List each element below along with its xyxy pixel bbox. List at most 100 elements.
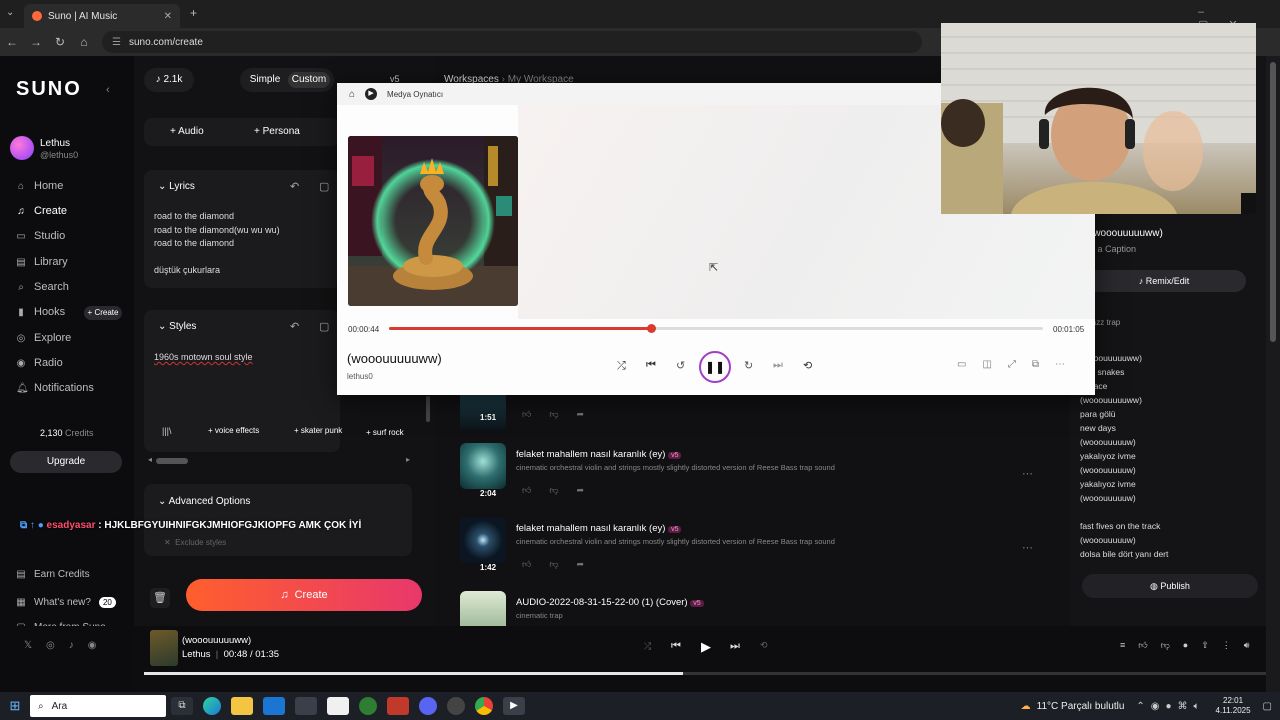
obs-icon[interactable] <box>447 697 465 715</box>
notepad-icon[interactable] <box>327 697 349 715</box>
likes-count[interactable]: ♪ 2.1k <box>144 68 194 92</box>
trash-icon[interactable]: 🗑︎ <box>150 588 170 608</box>
bottom-progress-bar[interactable] <box>144 672 1266 675</box>
song-thumbnail[interactable] <box>460 443 506 489</box>
home-icon[interactable]: ⌂ <box>349 89 355 100</box>
undo-lyrics-icon[interactable]: ↶ <box>290 180 299 193</box>
window-options-icons[interactable]: ▭◫⤢⧉⋯ <box>957 359 1081 370</box>
whats-new-link[interactable]: ▦ What's new? 20 <box>16 592 126 612</box>
song-thumbnail[interactable] <box>460 517 506 563</box>
next-icon[interactable]: ⏭︎ <box>773 359 783 372</box>
remix-edit-button[interactable]: ♪ Remix/Edit <box>1082 270 1246 292</box>
back-icon[interactable]: ← <box>0 35 24 49</box>
repeat-icon[interactable]: ⟲ <box>803 359 812 372</box>
player-action-icons[interactable]: ≡👍︎👎︎●⇧⋮🔊︎ <box>1120 640 1262 651</box>
list-item[interactable]: 2:04 felaket mahallem nasıl karanlık (ey… <box>460 443 1060 503</box>
list-item[interactable]: AUDIO-2022-08-31-15-22-00 (1) (Cover) v5… <box>460 591 1060 626</box>
styles-options-icon[interactable]: ▢ <box>319 320 329 333</box>
lyrics-header[interactable]: ⌄ Lyrics <box>158 181 195 192</box>
sidebar-item-library[interactable]: ▤ Library <box>16 252 126 272</box>
app-grid-icon[interactable] <box>387 697 409 715</box>
tag-surf-rock[interactable]: + surf rock <box>366 428 404 437</box>
store-icon[interactable] <box>295 697 317 715</box>
lyrics-textarea[interactable]: road to the diamond road to the diamond(… <box>154 210 334 277</box>
publish-button[interactable]: ◍ Publish <box>1082 574 1258 598</box>
media-player-taskbar-icon[interactable]: ▶ <box>503 697 525 715</box>
outlook-icon[interactable] <box>263 697 285 715</box>
hooks-create-button[interactable]: + Create <box>84 306 122 320</box>
more-options-icon[interactable]: ⋯ <box>1022 541 1033 554</box>
sidebar-item-home[interactable]: ⌂ Home <box>16 176 126 196</box>
song-actions[interactable]: 👍︎👎︎➦ <box>522 485 602 496</box>
song-title[interactable]: AUDIO-2022-08-31-15-22-00 (1) (Cover) v5 <box>516 597 704 608</box>
now-playing-artist[interactable]: Lethus <box>182 649 211 660</box>
seek-bar[interactable] <box>389 324 1043 333</box>
lyrics-options-icon[interactable]: ▢ <box>319 180 329 193</box>
tab-menu-icon[interactable]: ⌄ <box>6 7 14 18</box>
pause-button[interactable]: ❚❚ <box>699 351 731 383</box>
shuffle-icon[interactable]: ⤮ <box>617 360 626 373</box>
advanced-options-header[interactable]: ⌄ Advanced Options <box>158 496 250 507</box>
list-item[interactable]: 1:51 👍︎👎︎➦ <box>460 395 1060 431</box>
tag-skater-punk[interactable]: + skater punk <box>294 426 342 435</box>
previous-icon[interactable]: ⏮︎ <box>646 359 656 372</box>
sidebar-item-radio[interactable]: ◉ Radio <box>16 353 126 373</box>
task-view-icon[interactable]: ⧉ <box>171 697 193 715</box>
play-button[interactable]: ▶ <box>701 639 711 655</box>
forward-icon[interactable]: → <box>24 35 48 49</box>
site-info-icon[interactable]: ☰ <box>112 37 121 48</box>
browser-tab[interactable]: Suno | AI Music ✕ <box>24 4 180 28</box>
new-tab-icon[interactable]: + <box>190 6 197 20</box>
app-icon[interactable] <box>359 697 377 715</box>
add-persona-button[interactable]: + Persona <box>254 126 300 137</box>
add-caption-link[interactable]: d a Caption <box>1090 244 1136 254</box>
page-scrollbar[interactable] <box>1266 56 1280 692</box>
repeat-icon[interactable]: ⟲ <box>760 640 768 651</box>
taskbar-search-field[interactable]: ⌕ Ara <box>30 695 166 717</box>
tray-icons[interactable]: ⌃◉●⌘🔈︎ <box>1136 701 1205 712</box>
close-tab-icon[interactable]: ✕ <box>164 11 172 22</box>
discord-icon[interactable] <box>419 697 437 715</box>
chrome-icon[interactable] <box>475 697 493 715</box>
song-title[interactable]: felaket mahallem nasıl karanlık (ey) v5 <box>516 449 682 460</box>
song-thumbnail[interactable] <box>460 591 506 626</box>
home-icon[interactable]: ⌂ <box>72 35 96 49</box>
song-actions[interactable]: 👍︎👎︎➦ <box>522 409 602 420</box>
edge-icon[interactable] <box>203 697 221 715</box>
avatar[interactable] <box>10 136 34 160</box>
upgrade-button[interactable]: Upgrade <box>10 451 122 473</box>
sidebar-item-search[interactable]: ⌕ Search <box>16 277 126 297</box>
previous-icon[interactable]: ⏮︎ <box>671 640 681 653</box>
exclude-styles-field[interactable]: ✕ Exclude styles <box>164 538 226 547</box>
tags-library-icon[interactable]: |||\ <box>162 426 172 436</box>
shuffle-icon[interactable]: ⤮ <box>644 641 651 652</box>
next-icon[interactable]: ⏭︎ <box>730 640 740 653</box>
song-title[interactable]: felaket mahallem nasıl karanlık (ey) v5 <box>516 523 682 534</box>
mode-simple-button[interactable]: Simple <box>244 72 286 88</box>
url-field[interactable]: ☰ suno.com/create <box>102 31 922 53</box>
create-button[interactable]: ♫ Create <box>186 579 422 611</box>
clock[interactable]: 22:01 4.11.2025 <box>1216 696 1251 716</box>
reload-icon[interactable]: ↻ <box>48 35 72 49</box>
mode-custom-button[interactable]: Custom <box>288 72 330 88</box>
seek-thumb[interactable] <box>646 324 656 333</box>
suno-logo[interactable]: SUNO <box>16 78 82 101</box>
weather-text[interactable]: 11°C Parçalı bulutlu <box>1037 701 1125 712</box>
add-audio-button[interactable]: + Audio <box>170 126 204 137</box>
song-actions[interactable]: 👍︎👎︎➦ <box>522 559 602 570</box>
undo-styles-icon[interactable]: ↶ <box>290 320 299 333</box>
rewind-10-icon[interactable]: ↺ <box>676 359 685 372</box>
sidebar-item-create[interactable]: ♫ Create <box>16 201 126 221</box>
sidebar-item-notifications[interactable]: 🔔︎ Notifications <box>16 378 126 398</box>
tags-scrollbar[interactable]: ◂ ▸ <box>148 455 410 464</box>
notification-center-icon[interactable]: ▢ <box>1263 701 1272 712</box>
sidebar-item-studio[interactable]: ▭ Studio <box>16 226 126 246</box>
now-playing-title[interactable]: (wooouuuuuww) <box>182 635 251 646</box>
now-playing-thumbnail[interactable] <box>150 630 178 666</box>
create-panel-scrollbar[interactable] <box>426 396 430 422</box>
earn-credits-link[interactable]: ▤ Earn Credits <box>16 564 126 584</box>
more-options-icon[interactable]: ⋯ <box>1022 467 1033 480</box>
start-menu-icon[interactable]: ⊞ <box>0 698 30 714</box>
social-links[interactable]: 𝕏◎♪◉ <box>24 640 111 651</box>
list-item[interactable]: 1:42 felaket mahallem nasıl karanlık (ey… <box>460 517 1060 577</box>
